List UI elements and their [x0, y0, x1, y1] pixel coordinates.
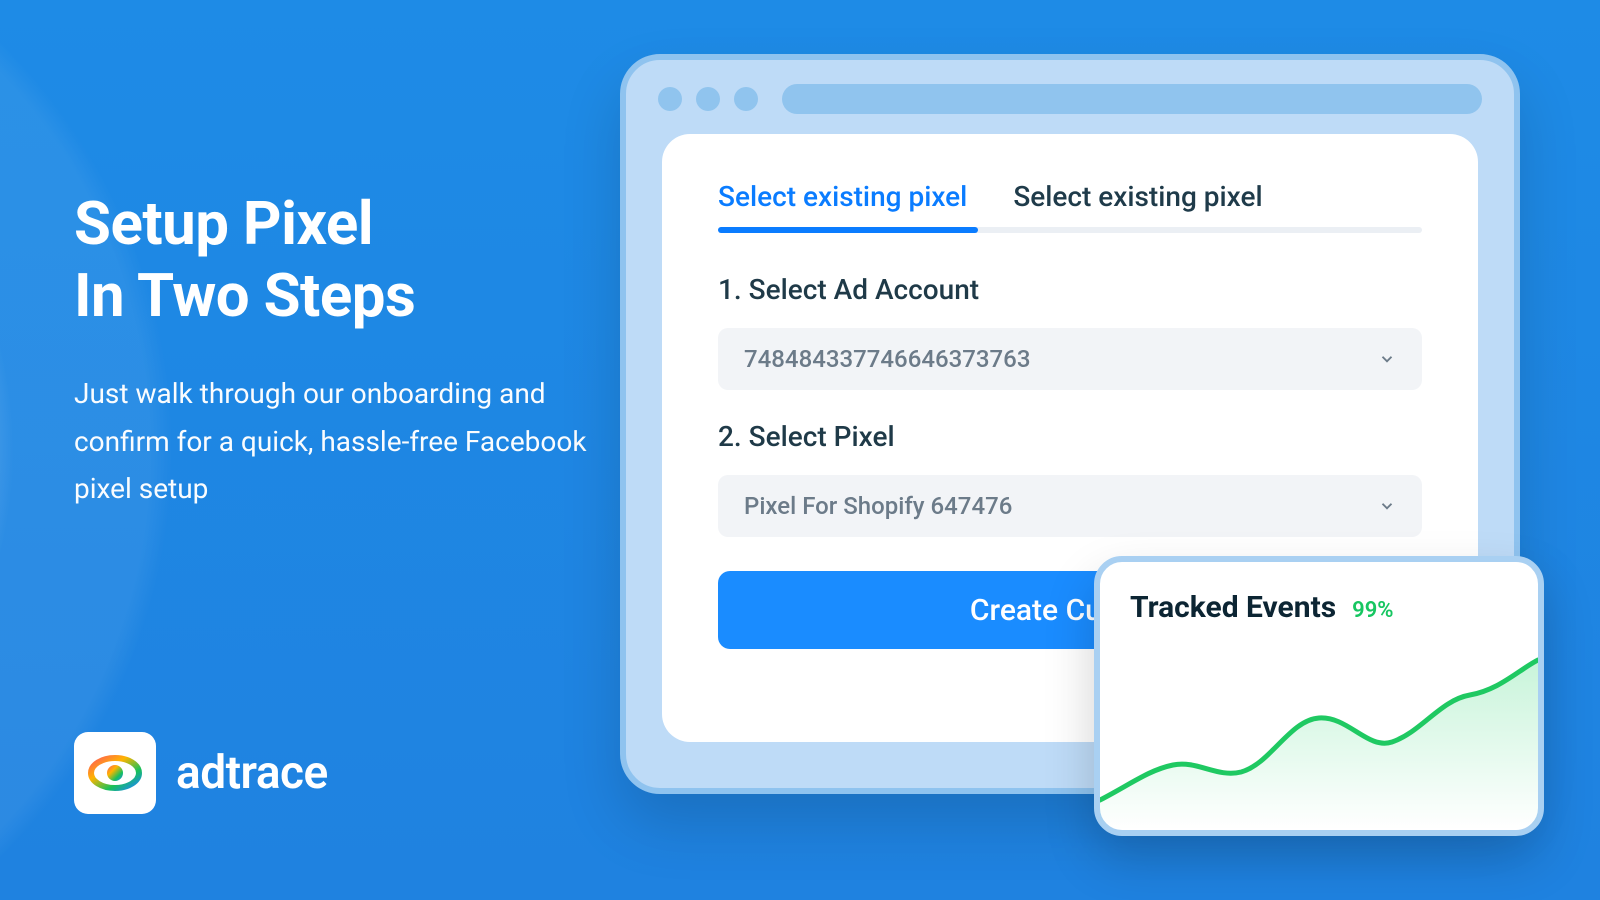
browser-titlebar: [626, 60, 1514, 134]
step-2-label: 2. Select Pixel: [718, 420, 1422, 453]
page-subtitle: Just walk through our onboarding and con…: [74, 370, 594, 513]
traffic-dot: [658, 87, 682, 111]
sparkline-chart: [1100, 640, 1538, 830]
address-bar[interactable]: [782, 84, 1482, 114]
tab-select-existing-pixel-active[interactable]: Select existing pixel: [718, 180, 967, 219]
pixel-select[interactable]: Pixel For Shopify 647476: [718, 475, 1422, 537]
eye-icon: [85, 743, 145, 803]
tab-indicator: [718, 227, 978, 233]
step-1-label: 1. Select Ad Account: [718, 273, 1422, 306]
tracked-events-percent: 99%: [1352, 598, 1393, 623]
brand-logo-mark: [74, 732, 156, 814]
chevron-down-icon: [1378, 350, 1396, 368]
traffic-dot: [696, 87, 720, 111]
title-line-1: Setup Pixel: [74, 188, 373, 259]
page-title: Setup Pixel In Two Steps: [74, 188, 415, 332]
tracked-events-header: Tracked Events 99%: [1130, 590, 1508, 625]
chevron-down-icon: [1378, 497, 1396, 515]
traffic-dot: [734, 87, 758, 111]
tab-underline: [718, 227, 1422, 233]
title-line-2: In Two Steps: [74, 260, 415, 331]
brand-name: adtrace: [176, 746, 328, 800]
tab-select-existing-pixel[interactable]: Select existing pixel: [1013, 180, 1262, 219]
tracked-events-title: Tracked Events: [1130, 590, 1336, 625]
window-controls: [658, 87, 758, 111]
brand-logo: adtrace: [74, 732, 328, 814]
tracked-events-card: Tracked Events 99%: [1094, 556, 1544, 836]
tab-bar: Select existing pixel Select existing pi…: [718, 180, 1422, 219]
ad-account-select[interactable]: 748484337746646373763: [718, 328, 1422, 390]
promo-canvas: Setup Pixel In Two Steps Just walk throu…: [0, 0, 1600, 900]
pixel-value: Pixel For Shopify 647476: [744, 492, 1012, 520]
ad-account-value: 748484337746646373763: [744, 345, 1030, 373]
